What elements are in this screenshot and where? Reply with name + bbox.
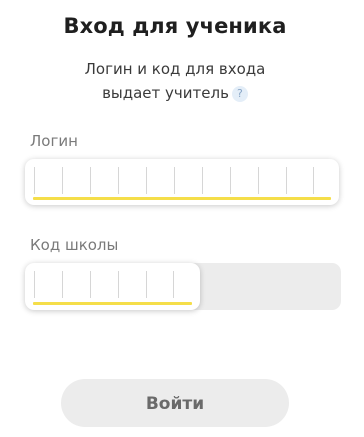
login-cell[interactable] bbox=[286, 167, 314, 194]
login-cells bbox=[34, 167, 314, 194]
school-code-focus-underline bbox=[33, 302, 192, 305]
submit-button[interactable]: Войти bbox=[61, 379, 289, 427]
school-code-cell[interactable] bbox=[62, 271, 90, 298]
login-cell[interactable] bbox=[90, 167, 118, 194]
school-code-input[interactable] bbox=[25, 263, 200, 310]
help-icon[interactable]: ? bbox=[231, 85, 248, 102]
login-cell[interactable] bbox=[34, 167, 62, 194]
login-cell[interactable] bbox=[230, 167, 258, 194]
login-label: Логин bbox=[30, 132, 78, 150]
page-title: Вход для ученика bbox=[63, 14, 287, 38]
login-focus-underline bbox=[33, 197, 331, 200]
login-cell[interactable] bbox=[174, 167, 202, 194]
login-cell[interactable] bbox=[62, 167, 90, 194]
subtitle-line1: Логин и код для входа bbox=[84, 60, 266, 78]
school-code-cell[interactable] bbox=[146, 271, 174, 298]
school-code-cell[interactable] bbox=[90, 271, 118, 298]
school-code-cell[interactable] bbox=[118, 271, 146, 298]
subtitle-line2: выдает учитель? bbox=[0, 81, 350, 105]
subtitle-line2-text: выдает учитель bbox=[102, 84, 229, 102]
school-code-label: Код школы bbox=[30, 236, 119, 254]
login-input[interactable] bbox=[25, 159, 339, 205]
login-cell[interactable] bbox=[258, 167, 286, 194]
subtitle: Логин и код для входа выдает учитель? bbox=[0, 57, 350, 105]
school-code-cell[interactable] bbox=[34, 271, 62, 298]
login-cell[interactable] bbox=[118, 167, 146, 194]
school-code-cells bbox=[34, 271, 174, 298]
login-cell[interactable] bbox=[202, 167, 230, 194]
login-cell[interactable] bbox=[146, 167, 174, 194]
